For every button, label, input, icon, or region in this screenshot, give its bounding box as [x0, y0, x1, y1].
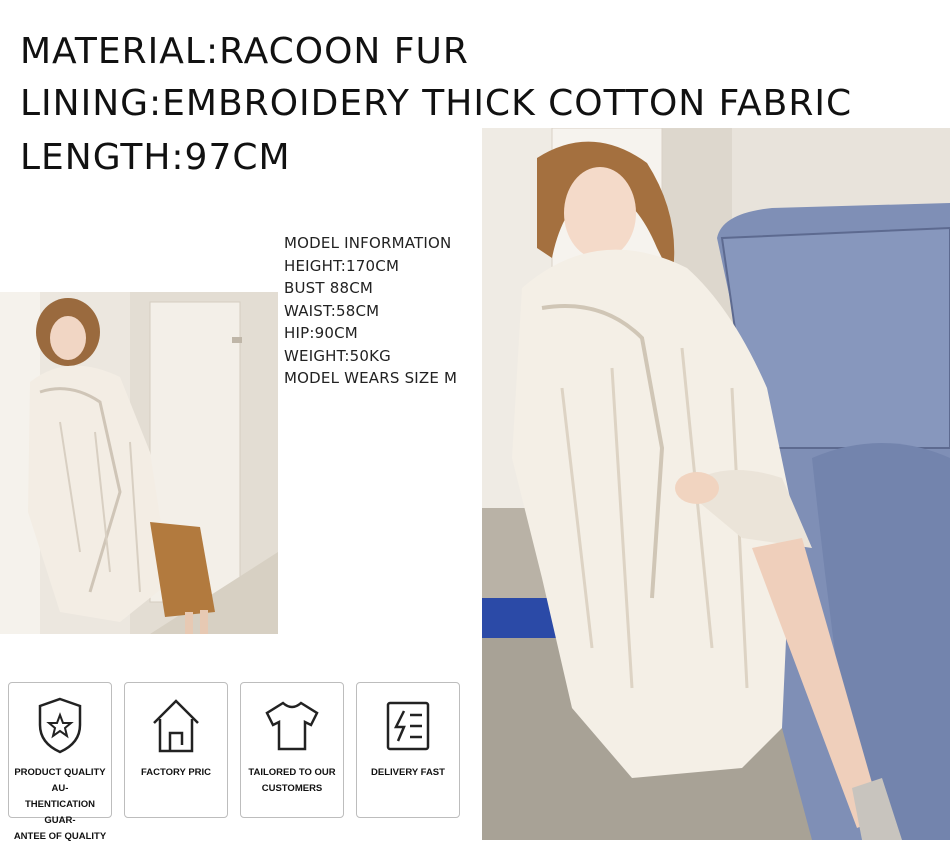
shield-star-icon: [38, 697, 82, 754]
model-weight: WEIGHT:50KG: [284, 346, 391, 365]
feature-label: DELIVERY FAST: [371, 767, 445, 778]
house-icon: [153, 699, 199, 753]
lining-heading: LINING:EMBROIDERY THICK COTTON FABRIC: [20, 83, 853, 124]
model-height: HEIGHT:170CM: [284, 256, 400, 275]
feature-tailored: TAILORED TO OUR CUSTOMERS: [240, 682, 344, 818]
feature-label: FACTORY PRIC: [140, 767, 212, 778]
feature-factory-price: FACTORY PRIC: [124, 682, 228, 818]
material-heading: MATERIAL:RACOON FUR: [20, 31, 469, 72]
feature-label: TAILORED TO OUR CUSTOMERS: [248, 767, 336, 794]
model-waist: WAIST:58CM: [284, 301, 380, 320]
tshirt-icon: [265, 701, 319, 751]
model-information: MODEL INFORMATION HEIGHT:170CM BUST 88CM…: [284, 232, 457, 390]
feature-label: PRODUCT QUALITY AU- THENTICATION GUAR- A…: [13, 767, 107, 842]
feature-delivery: DELIVERY FAST: [356, 682, 460, 818]
delivery-icon: [386, 701, 430, 751]
model-bust: BUST 88CM: [284, 279, 374, 297]
product-photo-seated: [482, 128, 950, 840]
model-hip: HIP:90CM: [284, 324, 358, 342]
model-info-title: MODEL INFORMATION: [284, 234, 452, 252]
length-heading: LENGTH:97CM: [20, 137, 291, 178]
model-size: MODEL WEARS SIZE M: [284, 369, 458, 387]
feature-quality: PRODUCT QUALITY AU- THENTICATION GUAR- A…: [8, 682, 112, 842]
product-photo-standing: [0, 292, 278, 634]
